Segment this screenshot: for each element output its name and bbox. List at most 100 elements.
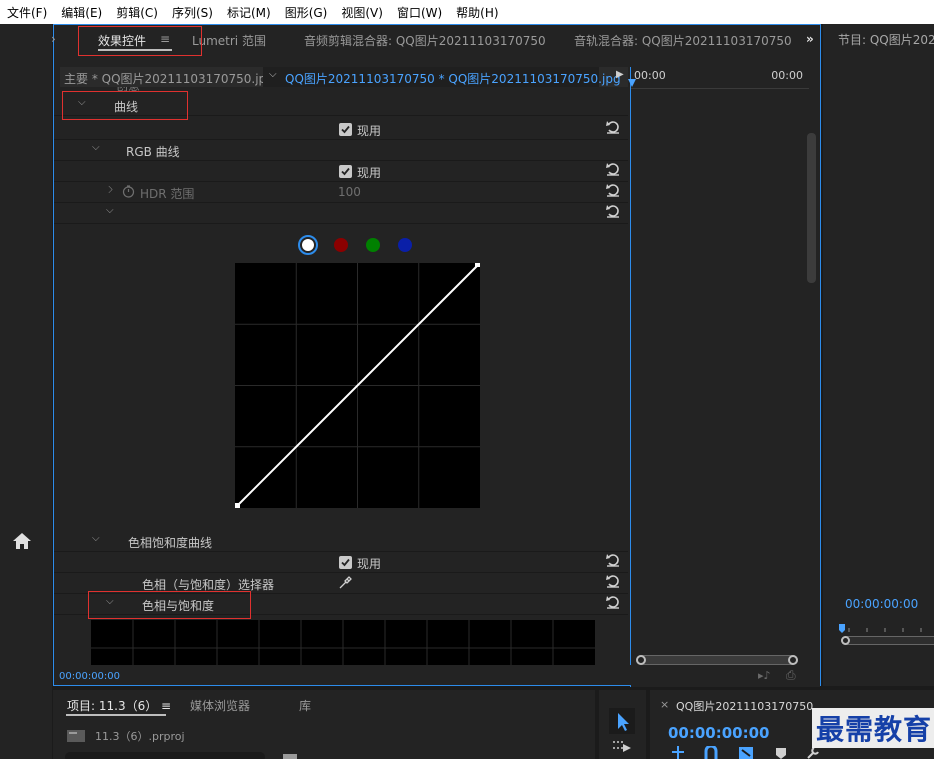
sequence-clip-dropdown[interactable]: ⌵ QQ图片20211103170750 * QQ图片2021110317075… bbox=[263, 67, 621, 87]
menu-clip[interactable]: 剪辑(C) bbox=[109, 4, 165, 21]
reset-icon[interactable] bbox=[606, 553, 620, 567]
highlight-box-hue-vs-sat bbox=[88, 591, 251, 619]
menu-bar: 文件(F) 编辑(E) 剪辑(C) 序列(S) 标记(M) 图形(G) 视图(V… bbox=[0, 0, 934, 24]
sequence-tab-title[interactable]: QQ图片20211103170750 bbox=[676, 698, 813, 714]
reset-icon[interactable] bbox=[606, 120, 620, 134]
playhead-icon[interactable] bbox=[628, 79, 636, 87]
scroll-handle-left[interactable] bbox=[841, 636, 850, 645]
row-curve-graph-toggle: ⌵ bbox=[54, 203, 628, 224]
selection-tool-icon[interactable] bbox=[609, 708, 635, 734]
active-tab-underline bbox=[66, 714, 166, 716]
snap-icon[interactable] bbox=[670, 746, 686, 759]
play-only-clip-icon[interactable]: ▶ bbox=[616, 69, 624, 80]
reset-icon[interactable] bbox=[606, 183, 620, 197]
vertical-scrollbar[interactable] bbox=[807, 133, 816, 283]
program-monitor-panel: 节目: QQ图片2021 00:00:00:00 bbox=[823, 24, 934, 686]
home-icon[interactable] bbox=[12, 532, 32, 550]
rgb-curves-enable-label: 现用 bbox=[357, 166, 382, 180]
timeline-start-time: 00:00 bbox=[634, 69, 666, 82]
program-monitor-title[interactable]: 节目: QQ图片2021 bbox=[838, 31, 934, 48]
tab-scroll-left-icon[interactable]: › bbox=[51, 32, 56, 46]
menu-help[interactable]: 帮助(H) bbox=[449, 4, 505, 21]
row-hue-sat-enable: 现用 bbox=[54, 552, 628, 573]
tab-project[interactable]: 项目: 11.3（6） ≡ bbox=[67, 697, 171, 714]
export-icon[interactable]: ⎙ bbox=[786, 668, 796, 683]
tab-audio-clip-mixer[interactable]: 音频剪辑混合器: QQ图片20211103170750 bbox=[304, 32, 546, 49]
marker-icon[interactable] bbox=[776, 748, 786, 759]
audio-icon[interactable]: ▸♪ bbox=[758, 669, 771, 682]
channel-luma-dot bbox=[302, 239, 314, 251]
chevron-down-icon[interactable]: ⌵ bbox=[92, 142, 100, 153]
track-select-tool-icon[interactable] bbox=[611, 740, 633, 756]
program-timecode[interactable]: 00:00:00:00 bbox=[845, 597, 918, 611]
tab-project-label: 项目: 11.3（6） bbox=[67, 699, 158, 713]
timeline-end-time: 00:00 bbox=[771, 69, 803, 82]
horizontal-zoom-scrollbar[interactable] bbox=[636, 655, 798, 665]
chevron-down-icon[interactable]: ⌵ bbox=[92, 533, 100, 544]
effect-timeline-area: 00:00 00:00 bbox=[628, 67, 820, 687]
curves-enable-checkbox[interactable] bbox=[339, 123, 352, 136]
master-clip-label[interactable]: 主要 * QQ图片20211103170750.jpg bbox=[64, 70, 274, 87]
highlight-box-effect-controls bbox=[78, 26, 202, 56]
menu-sequence[interactable]: 序列(S) bbox=[165, 4, 220, 21]
row-curves-enable: 现用 bbox=[54, 119, 628, 140]
channel-green-button[interactable] bbox=[366, 238, 380, 252]
scroll-handle-left[interactable] bbox=[636, 655, 646, 665]
row-rgb-curves[interactable]: ⌵ RGB 曲线 bbox=[54, 140, 628, 161]
hue-sat-enable-checkbox[interactable] bbox=[339, 556, 352, 569]
curve-point-black[interactable] bbox=[235, 503, 240, 508]
menu-graphics[interactable]: 图形(G) bbox=[278, 4, 335, 21]
row-rgb-enable: 现用 bbox=[54, 161, 628, 182]
reset-icon[interactable] bbox=[606, 595, 620, 609]
chevron-down-icon[interactable]: ⌵ bbox=[106, 205, 114, 216]
tools-panel bbox=[599, 690, 646, 759]
program-zoom-scrollbar[interactable] bbox=[841, 636, 934, 645]
tab-audio-track-mixer[interactable]: 音轨混合器: QQ图片20211103170750 bbox=[574, 32, 792, 49]
clip-selector-bar: 主要 * QQ图片20211103170750.jpg ⌵ QQ图片202111… bbox=[60, 67, 628, 87]
watermark-logo: 最需教育 bbox=[812, 708, 934, 748]
tab-menu-icon[interactable]: ≡ bbox=[161, 699, 171, 713]
reset-icon[interactable] bbox=[606, 162, 620, 176]
highlight-box-curves bbox=[62, 91, 188, 120]
menu-view[interactable]: 视图(V) bbox=[334, 4, 390, 21]
chevron-right-icon[interactable]: ⌵ bbox=[104, 186, 115, 194]
menu-file[interactable]: 文件(F) bbox=[0, 4, 54, 21]
stopwatch-icon[interactable] bbox=[122, 185, 135, 198]
channel-red-button[interactable] bbox=[334, 238, 348, 252]
curve-channel-selector bbox=[298, 235, 418, 255]
sequence-timecode[interactable]: 00:00:00:00 bbox=[668, 724, 770, 742]
rgb-curves-label: RGB 曲线 bbox=[126, 145, 180, 159]
tab-libraries[interactable]: 库 bbox=[299, 697, 311, 714]
current-time-display[interactable]: 00:00:00:00 bbox=[59, 671, 120, 682]
menu-markers[interactable]: 标记(M) bbox=[220, 4, 278, 21]
channel-luma-button[interactable] bbox=[298, 235, 318, 255]
project-search-input[interactable] bbox=[65, 752, 265, 759]
home-strip bbox=[0, 24, 52, 759]
tab-overflow-icon[interactable]: » bbox=[806, 32, 814, 46]
effect-timeline-ruler[interactable]: 00:00 00:00 bbox=[628, 67, 809, 89]
effect-properties-list: 创意 ⌵ 曲线 现用 ⌵ RGB 曲线 现用 ⌵ bbox=[54, 87, 628, 675]
tab-lumetri-scopes[interactable]: Lumetri 范围 bbox=[192, 32, 266, 49]
reset-icon[interactable] bbox=[606, 574, 620, 588]
eyedropper-icon[interactable] bbox=[338, 576, 352, 590]
channel-blue-button[interactable] bbox=[398, 238, 412, 252]
curve-point-white[interactable] bbox=[475, 263, 480, 267]
menu-window[interactable]: 窗口(W) bbox=[390, 4, 449, 21]
project-panel: 项目: 11.3（6） ≡ 媒体浏览器 库 11.3（6）.prproj bbox=[53, 690, 595, 759]
tab-media-browser[interactable]: 媒体浏览器 bbox=[190, 697, 250, 714]
menu-edit[interactable]: 编辑(E) bbox=[54, 4, 109, 21]
rgb-curves-enable-checkbox[interactable] bbox=[339, 165, 352, 178]
effect-controls-footer: 00:00:00:00 ▸♪ ⎙ bbox=[54, 665, 820, 685]
reset-icon[interactable] bbox=[606, 204, 620, 218]
hue-sat-enable-label: 现用 bbox=[357, 557, 382, 571]
row-hue-sat-curves[interactable]: ⌵ 色相饱和度曲线 bbox=[54, 531, 628, 552]
new-bin-icon[interactable] bbox=[283, 752, 299, 759]
close-icon[interactable]: × bbox=[660, 698, 669, 711]
hdr-range-value[interactable]: 100 bbox=[338, 185, 361, 199]
linked-selection-icon[interactable] bbox=[704, 746, 718, 759]
add-marker-icon[interactable] bbox=[738, 746, 754, 759]
project-file-name[interactable]: 11.3（6）.prproj bbox=[95, 728, 185, 744]
hue-sat-curves-label: 色相饱和度曲线 bbox=[128, 536, 213, 550]
scroll-handle-right[interactable] bbox=[788, 655, 798, 665]
rgb-curve-graph[interactable] bbox=[235, 263, 480, 508]
